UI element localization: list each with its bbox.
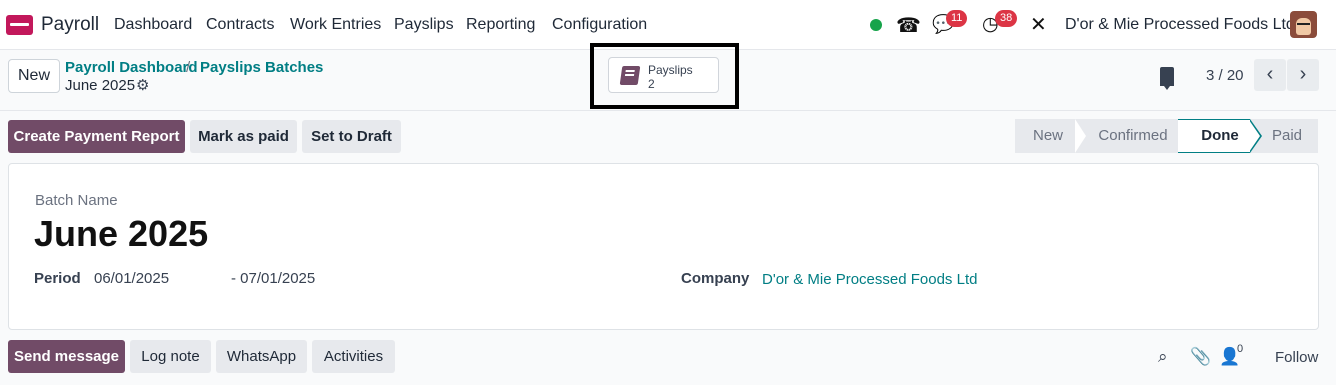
record-title: June 2025 <box>65 77 136 94</box>
batch-name-label: Batch Name <box>35 192 118 209</box>
smart-button-label: Payslips <box>648 63 693 77</box>
menu-reporting[interactable]: Reporting <box>466 16 535 34</box>
online-status-icon <box>870 19 882 31</box>
tools-icon[interactable]: ✕ <box>1030 12 1047 37</box>
breadcrumb-payroll-dashboard[interactable]: Payroll Dashboard <box>65 59 198 76</box>
stage-paid[interactable]: Paid <box>1262 119 1312 153</box>
stage-confirmed[interactable]: Confirmed <box>1086 119 1180 153</box>
stage-done[interactable]: Done <box>1178 119 1262 153</box>
search-icon[interactable]: ⌕ <box>1158 347 1168 367</box>
breadcrumb-payslips-batches[interactable]: Payslips Batches <box>200 59 323 76</box>
menu-configuration[interactable]: Configuration <box>552 16 647 34</box>
menu-contracts[interactable]: Contracts <box>206 16 274 34</box>
activities-badge: 38 <box>995 10 1018 27</box>
company-field[interactable]: D'or & Mie Processed Foods Ltd <box>762 271 977 288</box>
period-start-field[interactable]: 06/01/2025 <box>94 270 169 287</box>
book-icon <box>619 66 641 85</box>
log-note-button[interactable]: Log note <box>130 340 211 373</box>
company-switcher[interactable]: D'or & Mie Processed Foods Ltd <box>1065 16 1295 34</box>
menu-dashboard[interactable]: Dashboard <box>114 16 192 34</box>
gear-icon[interactable]: ⚙ <box>136 76 149 94</box>
followers-count: 0 <box>1237 343 1244 355</box>
pager-value[interactable]: 3 / 20 <box>1206 67 1244 84</box>
follow-button[interactable]: Follow <box>1275 349 1318 366</box>
menu-work-entries[interactable]: Work Entries <box>290 16 381 34</box>
send-message-button[interactable]: Send message <box>8 340 125 373</box>
pager-next-button[interactable]: › <box>1287 59 1319 91</box>
period-end-field[interactable]: - 07/01/2025 <box>231 270 315 287</box>
breadcrumb-separator: / <box>186 59 191 76</box>
form-sheet: Batch Name June 2025 Period 06/01/2025 -… <box>8 163 1319 330</box>
create-payment-report-button[interactable]: Create Payment Report <box>8 120 185 153</box>
paperclip-icon[interactable]: 📎 <box>1190 347 1211 367</box>
bookmark-icon[interactable] <box>1160 67 1174 90</box>
activities-button[interactable]: Activities <box>312 340 395 373</box>
batch-name-field[interactable]: June 2025 <box>34 213 208 255</box>
messages-badge: 11 <box>946 10 968 27</box>
smart-button-count: 2 <box>648 77 655 91</box>
app-name[interactable]: Payroll <box>41 14 99 36</box>
menu-payslips[interactable]: Payslips <box>394 16 454 34</box>
user-avatar[interactable] <box>1290 11 1317 38</box>
set-to-draft-button[interactable]: Set to Draft <box>302 120 401 153</box>
payslips-smart-button[interactable]: Payslips 2 <box>608 57 719 93</box>
pager-previous-button[interactable]: ‹ <box>1254 59 1286 91</box>
mark-as-paid-button[interactable]: Mark as paid <box>190 120 297 153</box>
payroll-app-icon[interactable] <box>6 15 33 35</box>
company-label: Company <box>681 270 750 287</box>
whatsapp-button[interactable]: WhatsApp <box>216 340 307 373</box>
stage-new[interactable]: New <box>1015 119 1081 153</box>
new-button[interactable]: New <box>8 59 60 93</box>
period-label: Period <box>34 270 81 287</box>
phone-icon[interactable]: ☎ <box>896 13 921 38</box>
